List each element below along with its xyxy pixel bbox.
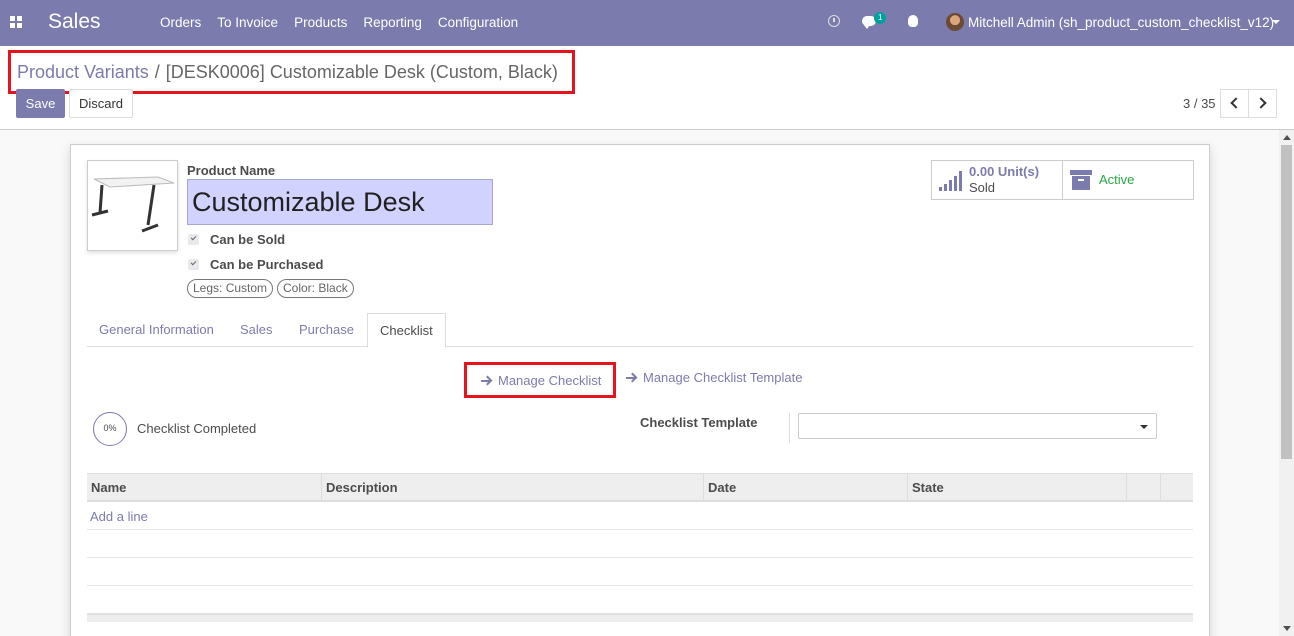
can-be-purchased-label: Can be Purchased	[210, 257, 324, 272]
checklist-completed-label: Checklist Completed	[137, 421, 257, 436]
scroll-down-icon[interactable]	[1283, 626, 1291, 631]
column-date[interactable]: Date	[703, 474, 907, 501]
main-menu: Orders To Invoice Products Reporting Con…	[152, 0, 526, 46]
arrow-right-icon	[626, 373, 636, 383]
form-sheet: Product Name Customizable Desk Can be So…	[70, 144, 1210, 636]
caret-down-icon	[1140, 425, 1148, 429]
menu-item-to-invoice[interactable]: To Invoice	[209, 0, 286, 46]
checklist-template-label: Checklist Template	[640, 415, 758, 430]
can-be-purchased-checkbox[interactable]	[188, 259, 199, 270]
attribute-tag-color: Color: Black	[277, 279, 354, 298]
manage-checklist-template-label: Manage Checklist Template	[643, 370, 803, 385]
table-row: Add a line	[87, 502, 1193, 530]
apps-icon[interactable]	[10, 16, 22, 28]
breadcrumb: Product Variants / [DESK0006] Customizab…	[8, 50, 575, 94]
menu-item-orders[interactable]: Orders	[152, 0, 209, 46]
sold-stat-button[interactable]: 0.00 Unit(s) Sold	[931, 160, 1063, 200]
tab-sales[interactable]: Sales	[228, 313, 285, 347]
tab-general-information[interactable]: General Information	[87, 313, 226, 347]
attribute-tag-legs: Legs: Custom	[187, 279, 274, 298]
breadcrumb-parent[interactable]: Product Variants	[17, 62, 149, 83]
checklist-table: Name Description Date State Add a line	[87, 473, 1193, 622]
tab-purchase[interactable]: Purchase	[287, 313, 366, 347]
menu-item-products[interactable]: Products	[286, 0, 355, 46]
arrow-right-icon	[481, 376, 491, 386]
breadcrumb-separator: /	[154, 61, 160, 82]
table-row	[87, 586, 1193, 614]
discard-button[interactable]: Discard	[69, 89, 133, 118]
table-row	[87, 558, 1193, 586]
can-be-sold-label: Can be Sold	[210, 232, 286, 247]
scroll-up-icon[interactable]	[1283, 135, 1291, 140]
signal-bars-icon	[939, 171, 963, 191]
sold-stat-label: Sold	[969, 180, 996, 195]
manage-checklist-button[interactable]: Manage Checklist	[464, 362, 616, 398]
manage-checklist-label: Manage Checklist	[498, 373, 602, 388]
can-be-sold-checkbox[interactable]	[188, 234, 199, 245]
column-state[interactable]: State	[907, 474, 1126, 501]
table-footer	[87, 614, 1193, 622]
field-divider	[789, 413, 790, 443]
top-navbar: Sales Orders To Invoice Products Reporti…	[0, 0, 1294, 46]
checklist-template-select[interactable]	[798, 413, 1157, 439]
pager-value[interactable]: 3 / 35	[1183, 96, 1216, 111]
control-panel: Product Variants / [DESK0006] Customizab…	[0, 46, 1294, 130]
archive-icon	[1070, 170, 1092, 190]
checklist-progress-circle: 0%	[93, 412, 127, 446]
desk-image	[91, 176, 175, 233]
column-extra	[1160, 474, 1193, 501]
active-toggle-button[interactable]: Active	[1062, 160, 1194, 200]
product-name-input[interactable]: Customizable Desk	[187, 179, 493, 225]
user-menu[interactable]: Mitchell Admin (sh_product_custom_checkl…	[968, 15, 1274, 30]
scroll-thumb[interactable]	[1281, 145, 1292, 459]
manage-checklist-template-button[interactable]: Manage Checklist Template	[623, 362, 813, 398]
notebook-tabs: General Information Sales Purchase Check…	[87, 313, 1193, 348]
column-name[interactable]: Name	[87, 474, 321, 501]
tab-checklist[interactable]: Checklist	[367, 313, 446, 348]
page-scrollbar[interactable]	[1279, 130, 1294, 636]
product-name-label: Product Name	[187, 163, 276, 178]
menu-item-configuration[interactable]: Configuration	[430, 0, 526, 46]
active-status-label: Active	[1099, 172, 1135, 187]
chevron-right-icon	[1255, 97, 1267, 109]
clock-icon[interactable]	[828, 15, 840, 27]
bug-icon[interactable]	[908, 15, 918, 27]
pager-next-button[interactable]	[1248, 89, 1277, 118]
sold-stat-value: 0.00 Unit(s)	[969, 164, 1040, 179]
column-description[interactable]: Description	[321, 474, 703, 501]
chat-badge: 1	[874, 12, 887, 24]
app-brand[interactable]: Sales	[48, 10, 101, 34]
avatar[interactable]	[946, 13, 964, 31]
breadcrumb-current: [DESK0006] Customizable Desk (Custom, Bl…	[165, 61, 558, 82]
add-line-link[interactable]: Add a line	[90, 509, 148, 524]
table-header: Name Description Date State	[87, 473, 1193, 502]
column-extra	[1126, 474, 1160, 501]
table-row	[87, 530, 1193, 558]
pager-previous-button[interactable]	[1220, 89, 1249, 118]
chevron-left-icon	[1230, 97, 1242, 109]
caret-down-icon[interactable]	[1272, 20, 1280, 24]
product-image[interactable]	[87, 160, 178, 251]
save-button[interactable]: Save	[16, 89, 65, 118]
menu-item-reporting[interactable]: Reporting	[355, 0, 430, 46]
